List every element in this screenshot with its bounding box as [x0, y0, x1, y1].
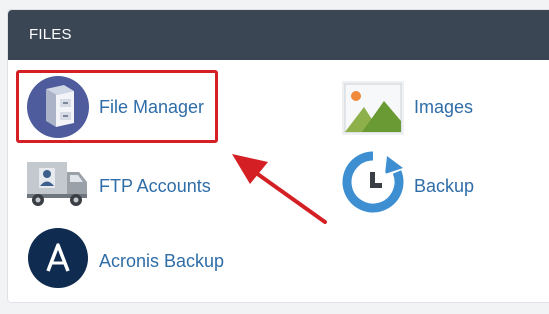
annotation-arrow: [232, 154, 327, 224]
